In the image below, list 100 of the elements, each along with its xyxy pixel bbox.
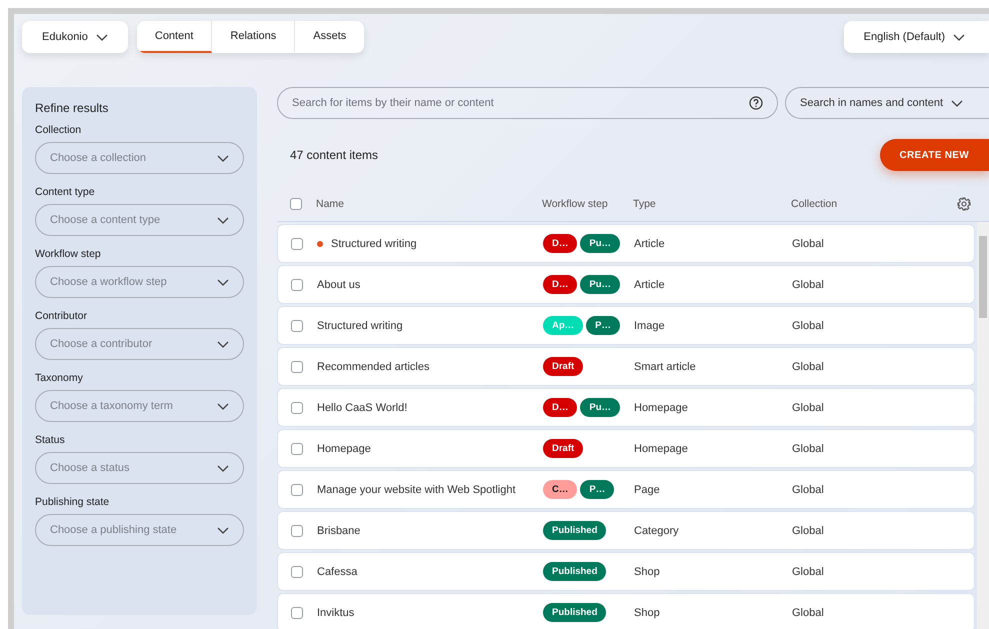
workflow-badge: Pu… [580, 234, 620, 253]
type-cell-text: Shop [634, 566, 661, 578]
collection-cell-text: Global [792, 238, 825, 250]
type-cell-text: Homepage [634, 402, 689, 414]
workflow-badge: D… [543, 398, 578, 417]
filter-label: Taxonomy [35, 372, 84, 384]
filter-label: Content type [35, 186, 96, 198]
chevron-down-icon [217, 216, 229, 224]
filter-label: Publishing state [35, 496, 110, 508]
column-header[interactable]: Collection [791, 198, 957, 210]
item-name: Structured writing [331, 238, 417, 250]
item-name: Hello CaaS World! [317, 402, 408, 414]
workflow-badge: C… [543, 480, 578, 499]
workflow-badge: Draft [543, 357, 584, 376]
collection-cell-text: Global [792, 566, 825, 578]
workflow-badge: Published [543, 521, 606, 540]
scrollbar[interactable] [977, 222, 989, 629]
chevron-down-icon [951, 100, 964, 106]
collection-cell-text: Global [792, 278, 825, 290]
filter-label: Collection [35, 124, 82, 136]
type-cell-text: Homepage [634, 442, 689, 454]
workflow-badge: Published [543, 603, 606, 622]
tab[interactable]: Relations [212, 21, 296, 53]
chevron-down-icon [217, 278, 229, 286]
item-name: Structured writing [317, 320, 403, 332]
content-row[interactable]: Structured writing D… Pu… Article Global [277, 224, 975, 263]
item-name: Brisbane [317, 524, 360, 536]
row-checkbox[interactable] [291, 402, 303, 414]
type-cell-text: Shop [634, 606, 661, 618]
row-checkbox[interactable] [291, 566, 303, 578]
workflow-badge: Published [543, 562, 606, 581]
row-checkbox[interactable] [291, 524, 303, 536]
column-header[interactable]: Type [633, 198, 791, 210]
type-cell-text: Page [634, 484, 661, 496]
content-row[interactable]: Inviktus Published Shop Global [277, 593, 975, 629]
collection-cell-text: Global [792, 524, 825, 536]
type-cell-text: Article [634, 238, 666, 250]
item-name: Inviktus [317, 606, 354, 618]
type-cell-text: Image [634, 320, 666, 332]
filter-label: Workflow step [35, 248, 102, 260]
chevron-down-icon [217, 340, 229, 348]
type-cell-text: Smart article [634, 360, 697, 372]
tab[interactable]: Content [136, 21, 212, 53]
content-row[interactable]: Homepage Draft Homepage Global [277, 429, 975, 468]
chevron-down-icon [953, 34, 965, 40]
item-name: About us [317, 278, 360, 290]
workflow-badge: D… [543, 234, 578, 253]
content-row[interactable]: Structured writing Ap… P… Image Global [277, 306, 975, 345]
row-checkbox[interactable] [291, 278, 303, 290]
column-header[interactable]: Workflow step [542, 198, 633, 210]
content-row[interactable]: About us D… Pu… Article Global [277, 265, 975, 304]
filter-label: Status [35, 434, 66, 446]
settings-icon[interactable] [957, 197, 971, 211]
collection-cell-text: Global [792, 402, 825, 414]
type-cell-text: Article [634, 278, 666, 290]
language-dropdown[interactable]: English (Default) [844, 21, 989, 53]
chevron-down-icon [217, 154, 229, 162]
help-icon[interactable] [749, 96, 763, 110]
collection-cell-text: Global [792, 360, 825, 372]
content-row[interactable]: Cafessa Published Shop Global [277, 552, 975, 591]
project-dropdown[interactable]: Edukonio [22, 21, 128, 53]
item-name: Manage your website with Web Spotlight [317, 484, 516, 496]
item-name: Cafessa [317, 566, 358, 578]
content-row[interactable]: Recommended articles Draft Smart article Global [277, 347, 975, 386]
row-checkbox[interactable] [291, 320, 303, 332]
workflow-badge: D… [543, 275, 578, 294]
panel-title: Refine results [35, 101, 110, 115]
row-checkbox[interactable] [291, 238, 303, 250]
workflow-badge: Pu… [580, 398, 620, 417]
column-header[interactable]: Name [316, 198, 542, 210]
workflow-badge: P… [586, 316, 620, 335]
select-all-checkbox[interactable] [290, 198, 302, 210]
workflow-badge: P… [580, 480, 614, 499]
filter-label: Contributor [35, 310, 88, 322]
row-checkbox[interactable] [291, 442, 303, 454]
item-name: Recommended articles [317, 360, 430, 372]
row-checkbox[interactable] [291, 360, 303, 372]
collection-cell-text: Global [792, 484, 825, 496]
workflow-badge: Pu… [580, 275, 620, 294]
item-count: 47 content items [290, 148, 378, 162]
collection-cell-text: Global [792, 606, 825, 618]
item-name: Homepage [317, 442, 371, 454]
chevron-down-icon [217, 526, 229, 534]
tab[interactable]: Assets [295, 21, 364, 53]
collection-cell-text: Global [792, 442, 825, 454]
chevron-down-icon [96, 34, 108, 40]
workflow-badge: Ap… [543, 316, 584, 335]
type-cell-text: Category [634, 524, 680, 536]
workflow-badge: Draft [543, 439, 584, 458]
create-new-button[interactable]: CREATE NEW [880, 139, 989, 171]
chevron-down-icon [217, 402, 229, 410]
content-row[interactable]: Brisbane Published Category Global [277, 511, 975, 550]
search-scope-dropdown[interactable]: Search in names and content [785, 87, 989, 119]
collection-cell-text: Global [792, 320, 825, 332]
row-checkbox[interactable] [291, 484, 303, 496]
content-row[interactable]: Hello CaaS World! D… Pu… Homepage Global [277, 388, 975, 427]
chevron-down-icon [217, 464, 229, 472]
row-checkbox[interactable] [291, 606, 303, 618]
content-row[interactable]: Manage your website with Web Spotlight C… P… Page Global [277, 470, 975, 509]
search-field[interactable]: Search for items by their name or content [277, 87, 778, 119]
